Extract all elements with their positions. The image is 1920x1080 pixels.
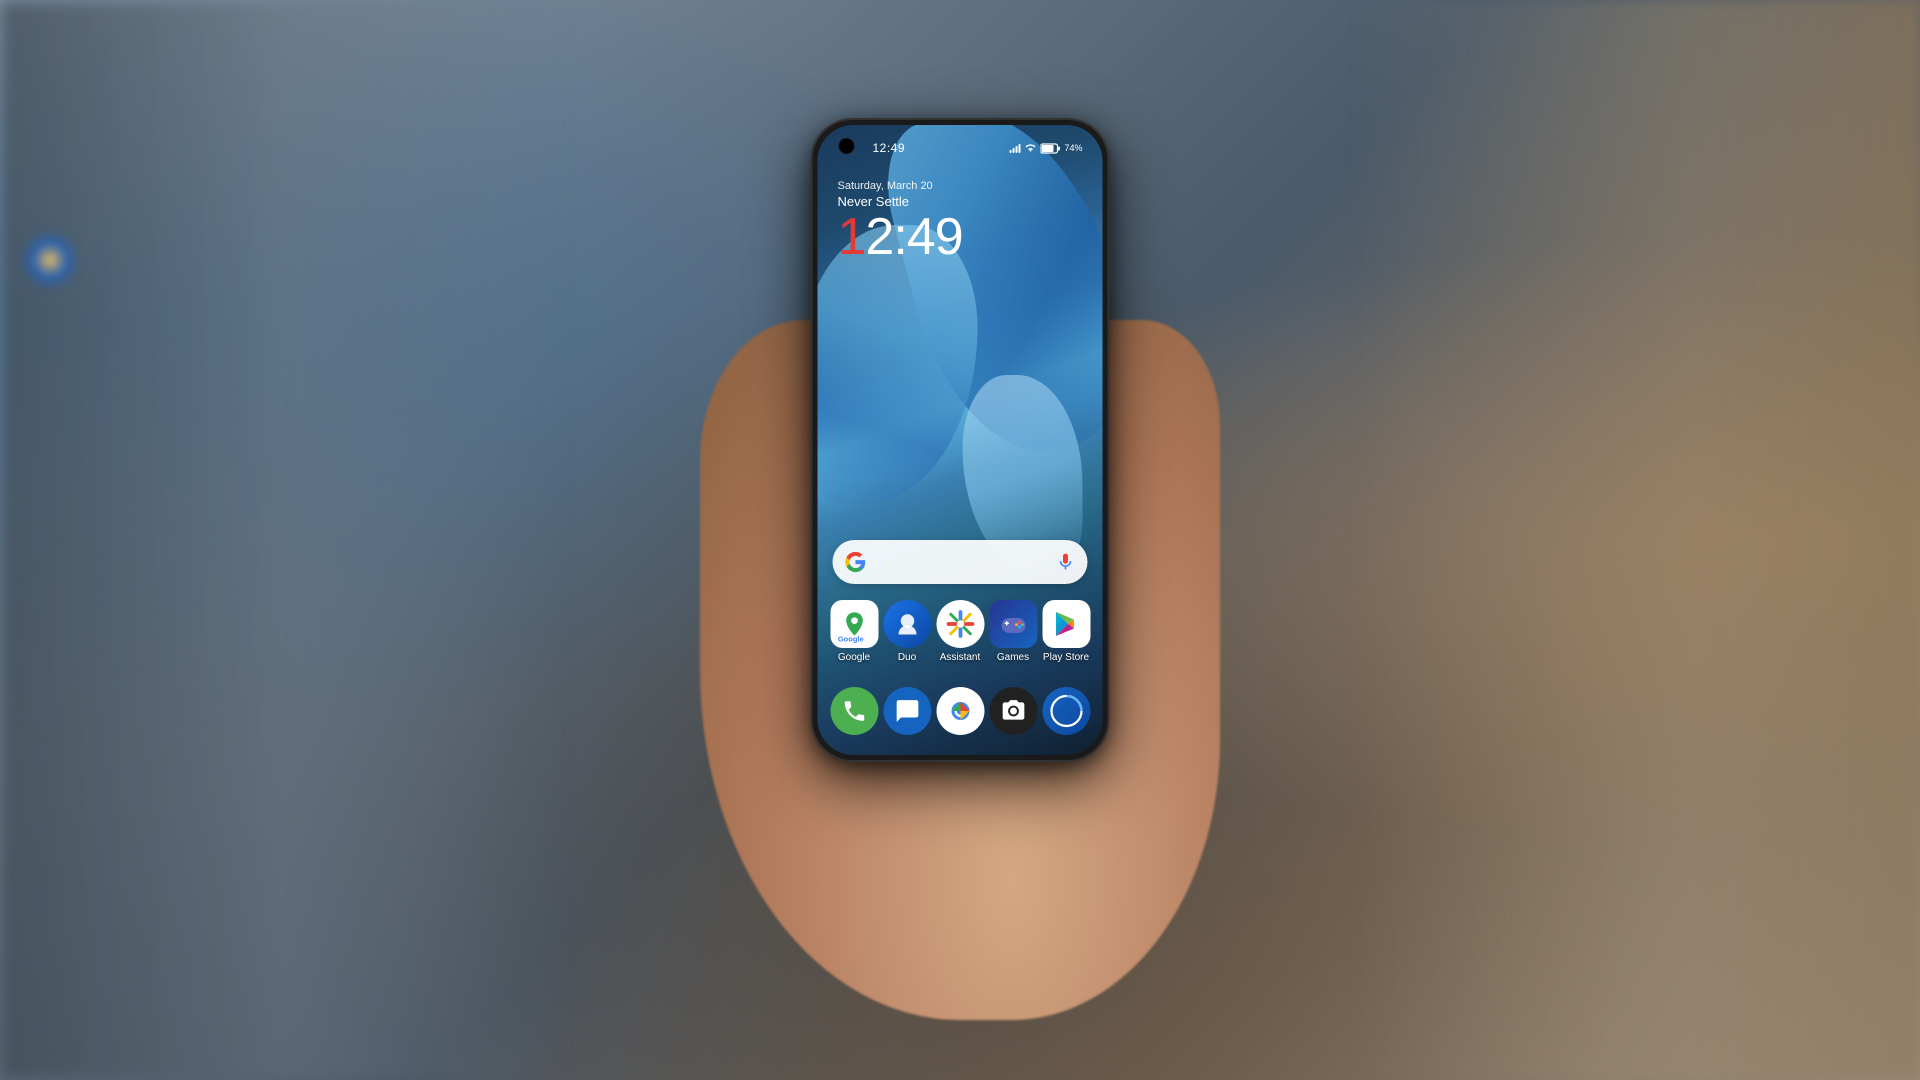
dock-item-chrome[interactable]	[934, 687, 986, 735]
app-label-duo: Duo	[898, 652, 916, 663]
app-item-duo[interactable]: Duo	[881, 600, 933, 663]
wifi-icon	[1024, 143, 1036, 153]
google-g-icon	[845, 551, 867, 573]
phone-screen: 12:49	[818, 125, 1103, 755]
app-label-google: Google	[838, 652, 870, 663]
app-label-assistant: Assistant	[940, 652, 981, 663]
app-icon-games	[989, 600, 1037, 648]
dock	[828, 687, 1093, 735]
signal-bar-2	[1012, 148, 1014, 153]
app-item-games[interactable]: Games	[987, 600, 1039, 663]
battery-icon	[1040, 143, 1060, 154]
battery-percentage: 74%	[1064, 143, 1082, 153]
status-time: 12:49	[873, 141, 906, 155]
phone: 12:49	[813, 120, 1108, 760]
status-icons: 74%	[1009, 143, 1082, 154]
dock-icon-oneplus	[1042, 687, 1090, 735]
signal-bar-1	[1009, 150, 1011, 153]
bg-train-left	[0, 0, 570, 1080]
punch-hole-camera	[840, 139, 854, 153]
dock-icon-phone	[830, 687, 878, 735]
dock-item-camera[interactable]	[987, 687, 1039, 735]
dock-icon-chrome	[936, 687, 984, 735]
app-icon-duo	[883, 600, 931, 648]
dock-item-messages[interactable]	[881, 687, 933, 735]
google-search-bar[interactable]	[833, 540, 1088, 584]
phone-wrapper: 12:49	[760, 90, 1160, 990]
app-icon-playstore	[1042, 600, 1090, 648]
ls-clock: 12:49	[838, 211, 963, 263]
app-icon-google: Google	[830, 600, 878, 648]
app-item-assistant[interactable]: Assistant	[934, 600, 986, 663]
dock-item-oneplus[interactable]	[1040, 687, 1092, 735]
svg-text:Google: Google	[837, 635, 863, 644]
app-grid: Google Google Duo	[828, 600, 1093, 663]
signal-icon	[1009, 143, 1020, 153]
signal-bar-3	[1015, 146, 1017, 153]
lockscreen-info: Saturday, March 20 Never Settle 12:49	[838, 180, 963, 263]
bg-train-right	[1350, 0, 1920, 1080]
ls-tagline: Never Settle	[838, 194, 963, 209]
dock-item-phone[interactable]	[828, 687, 880, 735]
dock-icon-camera	[989, 687, 1037, 735]
app-label-games: Games	[997, 652, 1029, 663]
app-label-playstore: Play Store	[1043, 652, 1089, 663]
ls-clock-rest: 2:49	[865, 208, 962, 266]
light-orb	[20, 230, 80, 290]
wallpaper-shape2	[818, 225, 978, 505]
app-item-playstore[interactable]: Play Store	[1040, 600, 1092, 663]
mic-icon[interactable]	[1056, 552, 1076, 572]
ls-clock-red: 1	[838, 208, 866, 266]
dock-icon-messages	[883, 687, 931, 735]
app-icon-assistant	[936, 600, 984, 648]
app-item-google[interactable]: Google Google	[828, 600, 880, 663]
status-bar: 12:49	[818, 133, 1103, 163]
signal-bar-4	[1018, 144, 1020, 153]
ls-date: Saturday, March 20	[838, 180, 963, 192]
